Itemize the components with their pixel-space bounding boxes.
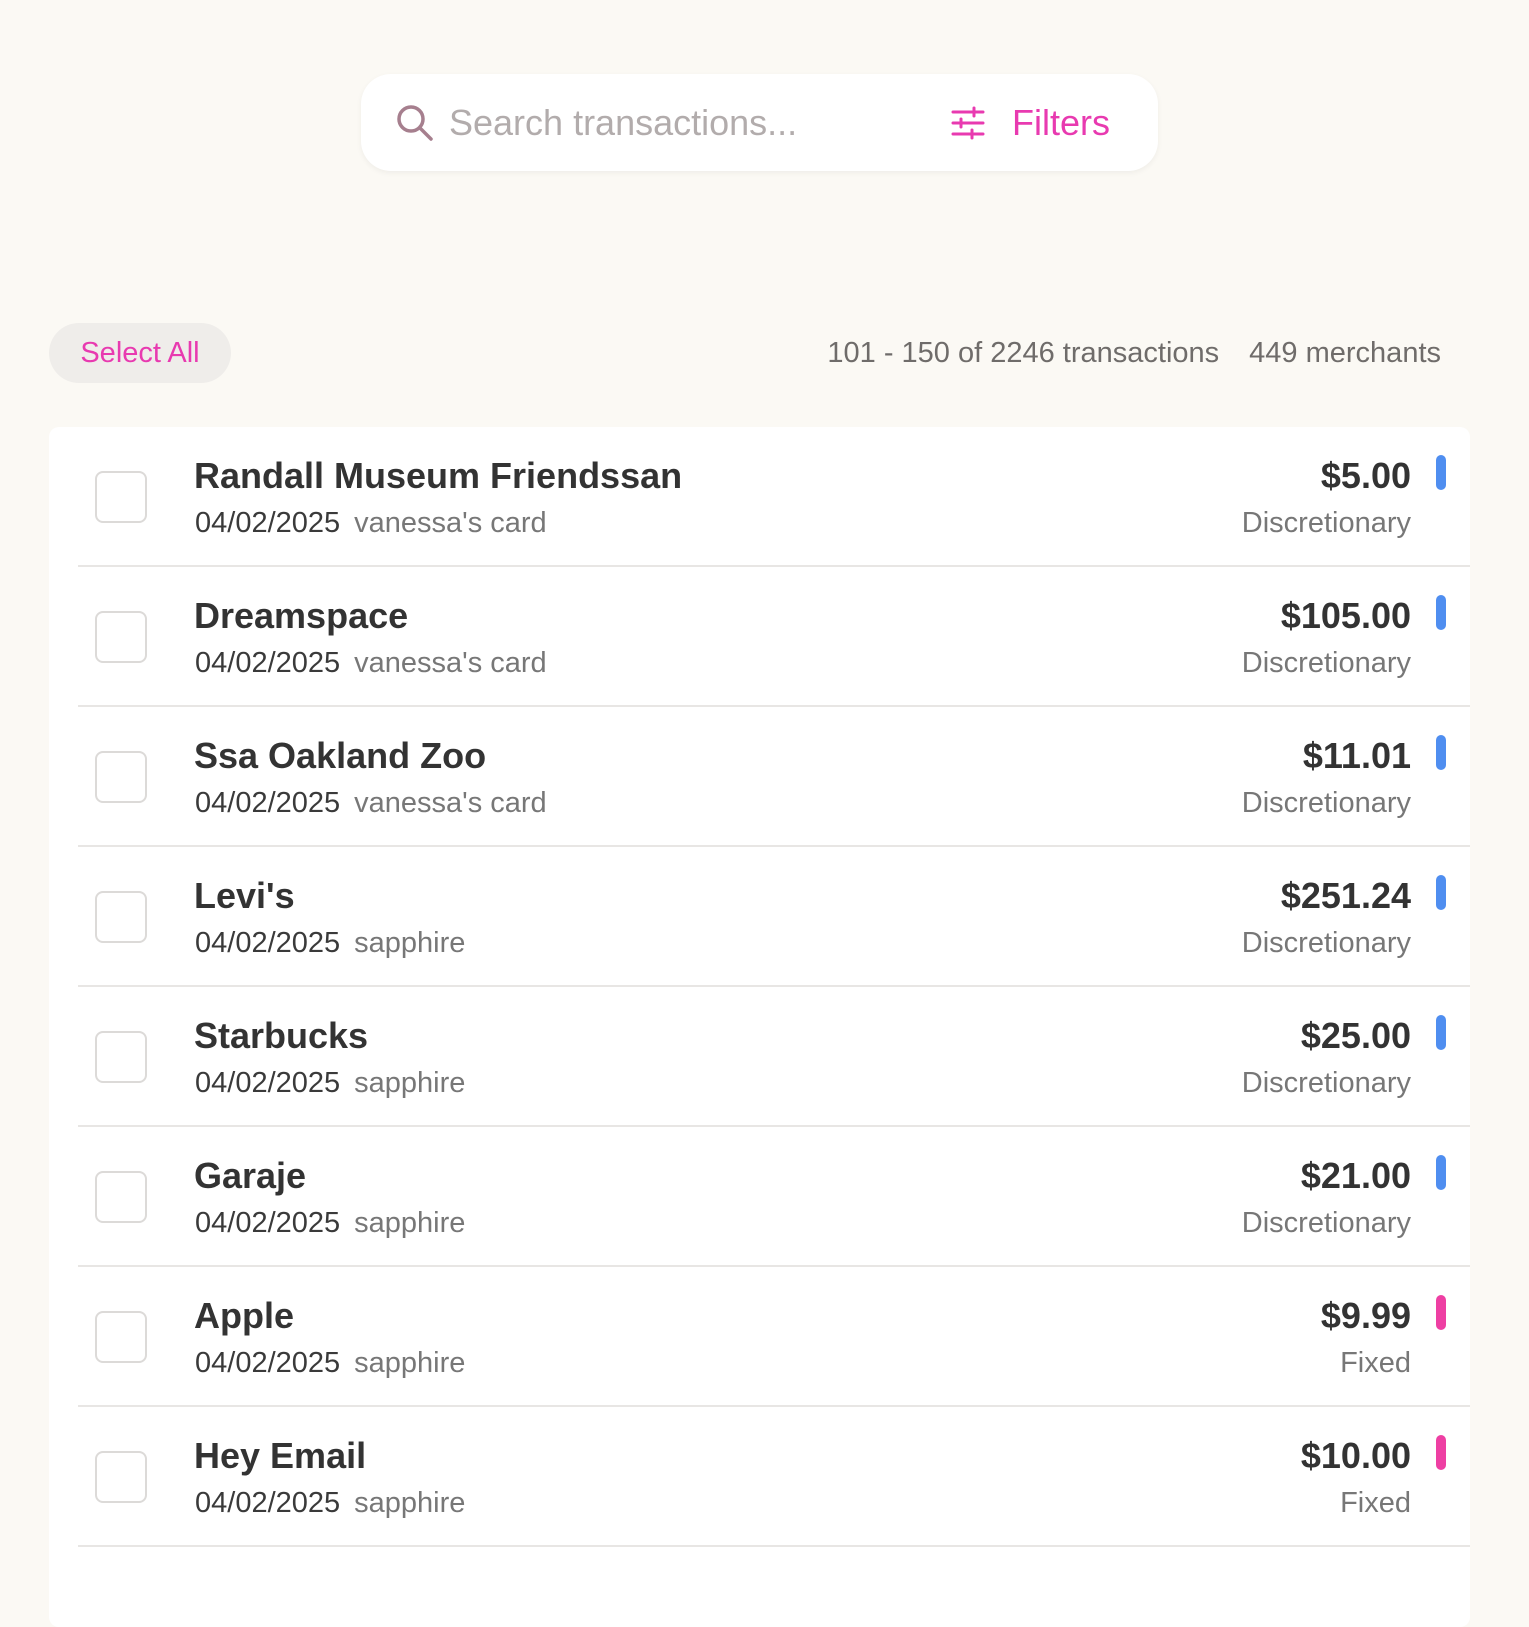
transaction-date: 04/02/2025 (195, 1487, 341, 1519)
transaction-date: 04/02/2025 (195, 1067, 341, 1099)
transaction-amount: $10.00 (1300, 1435, 1411, 1476)
transaction-meta: 04/02/2025 sapphire (195, 1487, 465, 1520)
transaction-amount: $9.99 (1320, 1295, 1411, 1336)
card-name: sapphire (354, 1207, 466, 1239)
transaction-amount: $251.24 (1280, 875, 1411, 916)
transaction-meta: 04/02/2025 sapphire (195, 927, 465, 960)
merchant-name: Starbucks (194, 1015, 369, 1056)
merchant-name: Randall Museum Friendssan (194, 455, 683, 496)
category-color-indicator (1436, 875, 1446, 910)
filters-sliders-icon (950, 105, 986, 141)
transaction-date: 04/02/2025 (195, 1347, 341, 1379)
transaction-list: Randall Museum Friendssan 04/02/2025 vane… (49, 427, 1470, 1627)
card-name: vanessa's card (354, 787, 547, 819)
transaction-row[interactable]: Dreamspace 04/02/2025 vanessa's card $105… (78, 567, 1470, 707)
transaction-row[interactable]: Ssa Oakland Zoo 04/02/2025 vanessa's card… (78, 707, 1470, 847)
row-checkbox[interactable] (95, 611, 147, 663)
search-icon (395, 103, 435, 143)
category-label: Discretionary (1241, 507, 1411, 539)
category-label: Fixed (1340, 1347, 1411, 1379)
merchant-name: Hey Email (194, 1435, 367, 1476)
transaction-amount: $25.00 (1300, 1015, 1411, 1056)
category-color-indicator (1436, 1295, 1446, 1330)
result-counts: 101 - 150 of 2246 transactions 449 merch… (827, 337, 1449, 370)
card-name: sapphire (354, 927, 466, 959)
category-color-indicator (1436, 735, 1446, 770)
category-color-indicator (1436, 1435, 1446, 1470)
row-checkbox[interactable] (95, 891, 147, 943)
category-label: Discretionary (1241, 1067, 1411, 1099)
category-label: Fixed (1340, 1487, 1411, 1519)
transaction-meta: 04/02/2025 sapphire (195, 1347, 465, 1380)
category-label: Discretionary (1241, 647, 1411, 679)
transaction-amount: $5.00 (1320, 455, 1411, 496)
card-name: vanessa's card (354, 507, 547, 539)
merchant-name: Garaje (194, 1155, 307, 1196)
transaction-date: 04/02/2025 (195, 927, 341, 959)
transaction-amount: $21.00 (1300, 1155, 1411, 1196)
category-color-indicator (1436, 455, 1446, 490)
card-name: sapphire (354, 1067, 466, 1099)
transaction-date: 04/02/2025 (195, 1207, 341, 1239)
search-input[interactable] (449, 92, 909, 153)
list-toolbar: Select All 101 - 150 of 2246 transaction… (49, 323, 1449, 383)
transaction-row[interactable]: Hey Email 04/02/2025 sapphire $10.00 Fixe… (78, 1407, 1470, 1547)
transaction-row[interactable]: Garaje 04/02/2025 sapphire $21.00 Discret… (78, 1127, 1470, 1267)
transaction-row[interactable]: Levi's 04/02/2025 sapphire $251.24 Discre… (78, 847, 1470, 987)
row-checkbox[interactable] (95, 1311, 147, 1363)
transaction-date: 04/02/2025 (195, 507, 341, 539)
transaction-row[interactable]: Starbucks 04/02/2025 sapphire $25.00 Disc… (78, 987, 1470, 1127)
row-checkbox[interactable] (95, 1031, 147, 1083)
row-checkbox[interactable] (95, 751, 147, 803)
card-name: sapphire (354, 1487, 466, 1519)
transaction-row[interactable]: Randall Museum Friendssan 04/02/2025 vane… (78, 427, 1470, 567)
transaction-meta: 04/02/2025 vanessa's card (195, 647, 547, 680)
merchant-count-text: 449 merchants (1249, 336, 1441, 369)
transaction-range-text: 101 - 150 of 2246 transactions (827, 336, 1220, 369)
merchant-name: Ssa Oakland Zoo (194, 735, 487, 776)
transaction-date: 04/02/2025 (195, 787, 341, 819)
category-label: Discretionary (1241, 1207, 1411, 1239)
card-name: vanessa's card (354, 647, 547, 679)
merchant-name: Apple (194, 1295, 295, 1336)
card-name: sapphire (354, 1347, 466, 1379)
row-checkbox[interactable] (95, 1171, 147, 1223)
category-label: Discretionary (1241, 927, 1411, 959)
transaction-row[interactable]: Apple 04/02/2025 sapphire $9.99 Fixed (78, 1267, 1470, 1407)
row-checkbox[interactable] (95, 471, 147, 523)
transaction-meta: 04/02/2025 sapphire (195, 1207, 465, 1240)
transaction-amount: $11.01 (1302, 735, 1411, 776)
transaction-meta: 04/02/2025 vanessa's card (195, 787, 547, 820)
merchant-name: Levi's (194, 875, 295, 916)
select-all-button[interactable]: Select All (49, 323, 231, 383)
search-bar: Filters (361, 74, 1158, 171)
category-color-indicator (1436, 1155, 1446, 1190)
row-checkbox[interactable] (95, 1451, 147, 1503)
transaction-meta: 04/02/2025 vanessa's card (195, 507, 547, 540)
transaction-amount: $105.00 (1280, 595, 1411, 636)
transaction-meta: 04/02/2025 sapphire (195, 1067, 465, 1100)
category-color-indicator (1436, 1015, 1446, 1050)
filters-label: Filters (1012, 101, 1110, 143)
transaction-date: 04/02/2025 (195, 647, 341, 679)
merchant-name: Dreamspace (194, 595, 409, 636)
filters-button[interactable]: Filters (950, 102, 1110, 144)
category-color-indicator (1436, 595, 1446, 630)
category-label: Discretionary (1241, 787, 1411, 819)
